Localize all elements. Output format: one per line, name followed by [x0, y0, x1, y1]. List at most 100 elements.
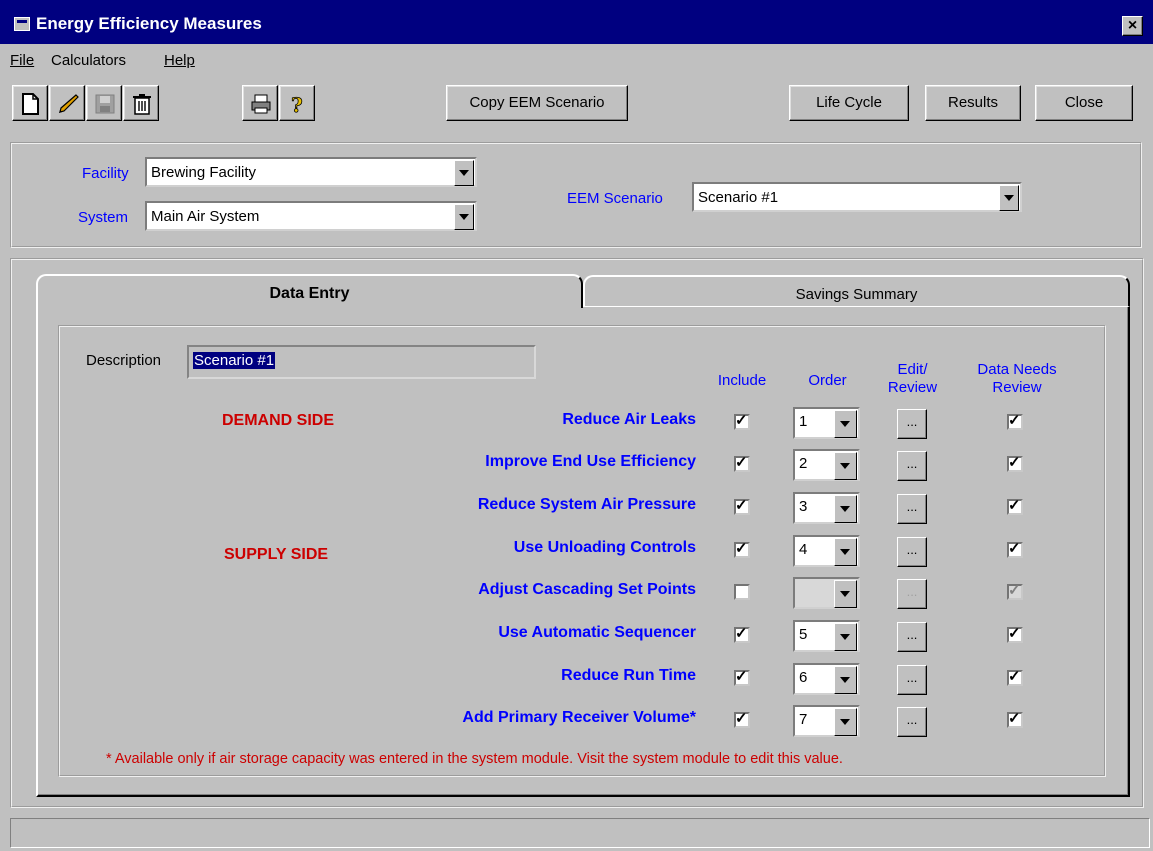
include-check-mark: ✓: [735, 412, 748, 429]
tab-savings-summary-label: Savings Summary: [795, 286, 918, 303]
edit-review-button[interactable]: ...: [897, 707, 927, 737]
edit-review-button[interactable]: ...: [897, 665, 927, 695]
include-checkbox[interactable]: ✓: [734, 540, 750, 558]
chevron-down-icon[interactable]: [454, 204, 474, 230]
order-dropdown[interactable]: 5: [793, 620, 860, 652]
include-checkbox[interactable]: ✓: [734, 455, 750, 472]
order-value: 6: [799, 669, 808, 686]
edit-review-button[interactable]: ...: [897, 622, 927, 652]
chevron-down-icon[interactable]: [834, 708, 857, 736]
data-needs-review-checkbox[interactable]: ✓: [1007, 413, 1023, 430]
include-check-mark: ✓: [735, 710, 748, 727]
order-dropdown[interactable]: 7: [793, 705, 860, 737]
window-title: Energy Efficiency Measures: [36, 14, 262, 33]
facility-dropdown[interactable]: Brewing Facility: [145, 157, 477, 187]
edit-review-button[interactable]: ...: [897, 494, 927, 524]
order-value: 2: [799, 455, 808, 472]
chevron-down-icon[interactable]: [834, 666, 857, 694]
edit-review-button[interactable]: ...: [897, 451, 927, 481]
print-icon: [251, 94, 271, 114]
data-needs-review-checkbox[interactable]: ✓: [1007, 710, 1023, 728]
order-value: 4: [799, 541, 808, 558]
description-input[interactable]: Scenario #1: [187, 345, 536, 379]
life-cycle-button[interactable]: Life Cycle: [789, 85, 909, 121]
chevron-down-icon[interactable]: [834, 538, 857, 566]
chevron-down-icon[interactable]: [834, 452, 857, 480]
include-checkbox[interactable]: ✓: [734, 625, 750, 643]
review-check-mark: ✓: [1008, 710, 1021, 727]
copy-eem-scenario-button[interactable]: Copy EEM Scenario: [446, 85, 628, 121]
include-check-mark: ✓: [735, 668, 748, 685]
include-check-mark: ✓: [735, 540, 748, 557]
save-button[interactable]: [86, 85, 122, 121]
order-dropdown[interactable]: 2: [793, 449, 860, 481]
eem-scenario-dropdown[interactable]: Scenario #1: [692, 182, 1022, 212]
data-needs-review-checkbox[interactable]: ✓: [1007, 498, 1023, 515]
new-button[interactable]: [12, 85, 48, 121]
menu-calculators[interactable]: Calculators: [51, 52, 126, 69]
edit-button[interactable]: [49, 85, 85, 121]
review-check-mark: ✓: [1008, 540, 1021, 557]
measure-name: Reduce Run Time: [561, 667, 696, 684]
include-check-mark: ✓: [735, 497, 748, 514]
facility-label: Facility: [82, 165, 129, 182]
edit-review-button[interactable]: ...: [897, 537, 927, 567]
chevron-down-icon[interactable]: [834, 580, 857, 608]
edit-review-button[interactable]: ...: [897, 579, 927, 609]
order-header: Order: [808, 372, 847, 389]
status-bar: [10, 818, 1150, 848]
include-checkbox[interactable]: ✓: [734, 668, 750, 686]
include-checkbox[interactable]: ✓: [734, 710, 750, 728]
tab-data-entry-label: Data Entry: [269, 285, 350, 302]
edit-review-button[interactable]: ...: [897, 409, 927, 439]
order-dropdown[interactable]: [793, 577, 860, 609]
help-button[interactable]: ?: [279, 85, 315, 121]
order-dropdown[interactable]: 6: [793, 663, 860, 695]
include-checkbox[interactable]: ✓: [734, 497, 750, 515]
delete-trash-icon: [133, 94, 151, 115]
review-check-mark: ✓: [1008, 582, 1021, 599]
order-dropdown[interactable]: 4: [793, 535, 860, 567]
window-close-button[interactable]: ×: [1122, 16, 1143, 36]
data-needs-review-header-line1: Data Needs: [977, 361, 1057, 378]
chevron-down-icon[interactable]: [834, 495, 857, 523]
data-needs-review-checkbox[interactable]: ✓: [1007, 625, 1023, 643]
chevron-down-icon[interactable]: [834, 410, 857, 438]
system-value: Main Air System: [151, 208, 260, 225]
delete-button[interactable]: [123, 85, 159, 121]
data-needs-review-checkbox[interactable]: ✓: [1007, 455, 1023, 472]
measure-name: Use Automatic Sequencer: [498, 624, 696, 641]
svg-text:?: ?: [291, 93, 303, 115]
review-check-mark: ✓: [1008, 668, 1021, 685]
menu-help[interactable]: Help: [164, 52, 195, 69]
system-dropdown[interactable]: Main Air System: [145, 201, 477, 231]
review-check-mark: ✓: [1008, 625, 1021, 642]
include-checkbox[interactable]: [734, 584, 750, 600]
results-button[interactable]: Results: [925, 85, 1021, 121]
measure-name: Add Primary Receiver Volume*: [462, 709, 696, 726]
order-dropdown[interactable]: 1: [793, 407, 860, 439]
order-dropdown[interactable]: 3: [793, 492, 860, 524]
include-checkbox[interactable]: ✓: [734, 412, 750, 430]
print-button[interactable]: [242, 85, 278, 121]
save-icon: [95, 94, 115, 114]
eem-scenario-value: Scenario #1: [698, 189, 779, 206]
data-needs-review-checkbox: ✓: [1007, 582, 1023, 600]
close-button[interactable]: Close: [1035, 85, 1133, 121]
help-question-icon: ?: [291, 93, 304, 115]
tab-data-entry[interactable]: Data Entry: [36, 274, 583, 308]
measure-name: Reduce Air Leaks: [562, 411, 696, 428]
app-window-icon: [14, 17, 30, 31]
data-needs-review-checkbox[interactable]: ✓: [1007, 540, 1023, 558]
system-label: System: [78, 209, 129, 226]
data-needs-review-checkbox[interactable]: ✓: [1007, 668, 1023, 686]
include-check-mark: ✓: [735, 625, 748, 642]
chevron-down-icon[interactable]: [834, 623, 857, 651]
order-value: 3: [799, 498, 808, 515]
chevron-down-icon[interactable]: [454, 160, 474, 186]
title-bar: Energy Efficiency Measures: [0, 0, 1153, 44]
menu-file[interactable]: File: [10, 52, 34, 69]
tab-savings-summary[interactable]: Savings Summary: [583, 275, 1130, 307]
chevron-down-icon[interactable]: [999, 185, 1019, 211]
edit-review-header-line1: Edit/: [897, 361, 928, 378]
